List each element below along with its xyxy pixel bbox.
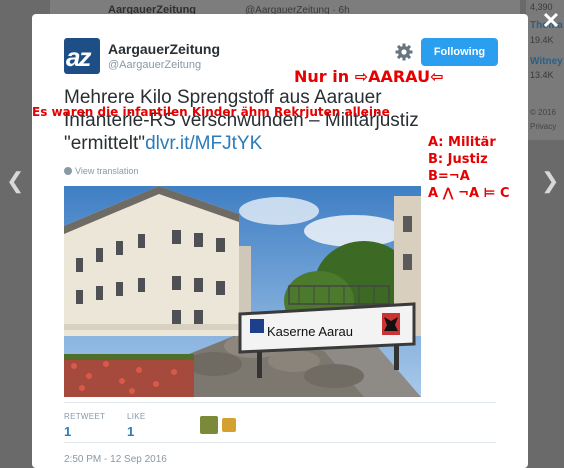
background-footer: Privacy — [530, 122, 557, 131]
overlay-kinder: Es waren die infantilen Kinder ähm Rekrj… — [32, 105, 390, 119]
tweet-text: Mehrere Kilo Sprengstoff aus Aarauer Inf… — [64, 86, 444, 155]
view-translation-link[interactable]: View translation — [64, 166, 138, 176]
background-footer: © 2016 — [530, 108, 556, 117]
avatar[interactable] — [200, 416, 218, 434]
background-link: Witney — [530, 56, 563, 67]
tweet-timestamp[interactable]: 2:50 PM - 12 Sep 2016 — [64, 454, 167, 465]
tweet-photo[interactable]: Kaserne Aarau — [64, 186, 421, 397]
tweet-modal: az AargauerZeitung @AargauerZeitung Foll… — [32, 14, 528, 468]
avatar-logo-text: az — [66, 42, 92, 72]
overlay-logic-line: B=¬A — [428, 169, 470, 184]
divider — [64, 442, 496, 443]
overlay-logic-line: B: Justiz — [428, 152, 488, 167]
avatar[interactable]: az — [64, 38, 100, 74]
background-number: 13.4K — [530, 70, 554, 80]
overlay-logic-line: A ⋀ ¬A ⊨ C — [428, 186, 510, 201]
like-count[interactable]: 1 — [127, 424, 134, 439]
divider — [64, 402, 496, 403]
following-button[interactable]: Following — [421, 38, 498, 66]
tweet-link[interactable]: dlvr.it/MFJtYK — [145, 133, 262, 154]
close-icon[interactable]: ✕ — [540, 10, 562, 32]
author-name[interactable]: AargauerZeitung — [108, 41, 220, 57]
overlay-logic-line: A: Militär — [428, 135, 496, 150]
background-number: 19.4K — [530, 35, 554, 45]
overlay-logic: A: Militär B: Justiz B=¬A A ⋀ ¬A ⊨ C — [428, 134, 510, 202]
chevron-left-icon[interactable]: ❮ — [6, 168, 24, 194]
retweet-label: RETWEET — [64, 412, 106, 421]
retweet-count[interactable]: 1 — [64, 424, 71, 439]
sign-text: Kaserne Aarau — [267, 324, 353, 339]
avatar[interactable] — [222, 418, 236, 432]
overlay-nur-in-aarau: Nur in ⇨AARAU⇦ — [294, 67, 444, 86]
author-handle[interactable]: @AargauerZeitung — [108, 59, 201, 71]
view-translation-label: View translation — [75, 166, 139, 176]
chevron-right-icon[interactable]: ❯ — [541, 168, 559, 194]
like-label: LIKE — [127, 412, 146, 421]
gear-icon[interactable] — [394, 42, 414, 62]
globe-icon — [64, 167, 72, 175]
